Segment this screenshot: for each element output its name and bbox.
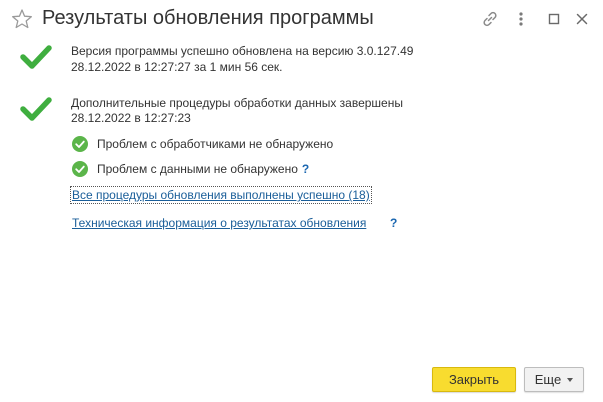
more-button-label: Еще	[534, 372, 562, 387]
procedures-finished-text: Дополнительные процедуры обработки данны…	[71, 96, 403, 110]
more-button[interactable]: Еще	[524, 367, 584, 392]
close-button[interactable]: Закрыть	[432, 367, 516, 392]
data-check-text: Проблем с данными не обнаружено	[97, 162, 298, 176]
window-title: Результаты обновления программы	[42, 7, 374, 29]
technical-info-help-link[interactable]: ?	[390, 216, 397, 230]
technical-info-link[interactable]: Техническая информация о результатах обн…	[72, 216, 366, 230]
ok-circle-icon	[72, 136, 88, 152]
star-icon[interactable]	[11, 8, 33, 30]
ok-circle-icon	[72, 161, 88, 177]
data-check-row: Проблем с данными не обнаружено?	[97, 162, 309, 176]
version-updated-text: Версия программы успешно обновлена на ве…	[71, 44, 414, 58]
maximize-icon[interactable]	[543, 8, 565, 30]
close-icon[interactable]	[571, 8, 593, 30]
window-titlebar: Результаты обновления программы	[0, 0, 603, 38]
success-check-icon	[20, 96, 52, 122]
chevron-down-icon	[567, 377, 574, 382]
success-check-icon	[20, 44, 52, 70]
version-updated-date: 28.12.2022 в 12:27:27 за 1 мин 56 сек.	[71, 60, 283, 74]
data-check-help-link[interactable]: ?	[302, 162, 309, 176]
close-button-label: Закрыть	[448, 372, 500, 387]
more-vertical-icon[interactable]	[510, 8, 532, 30]
handlers-check-text: Проблем с обработчиками не обнаружено	[97, 137, 334, 151]
procedures-finished-date: 28.12.2022 в 12:27:23	[71, 111, 191, 125]
all-procedures-link[interactable]: Все процедуры обновления выполнены успеш…	[70, 186, 372, 204]
link-icon[interactable]	[479, 8, 501, 30]
